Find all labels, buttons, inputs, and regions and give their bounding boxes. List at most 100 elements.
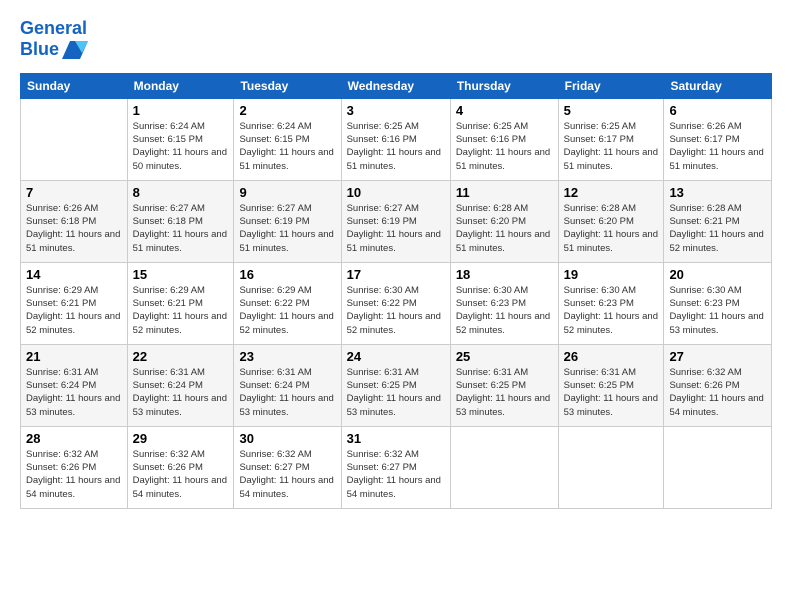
day-info: Sunrise: 6:32 AM Sunset: 6:27 PM Dayligh…: [347, 448, 445, 501]
calendar-cell: 12 Sunrise: 6:28 AM Sunset: 6:20 PM Dayl…: [558, 180, 664, 262]
calendar-cell: [664, 426, 772, 508]
sunrise-label: Sunrise: 6:31 AM: [564, 367, 636, 378]
daylight-label: Daylight: 11 hours and 53 minutes.: [133, 393, 227, 417]
day-info: Sunrise: 6:28 AM Sunset: 6:20 PM Dayligh…: [564, 202, 659, 255]
sunrise-label: Sunrise: 6:31 AM: [26, 367, 98, 378]
day-info: Sunrise: 6:30 AM Sunset: 6:22 PM Dayligh…: [347, 284, 445, 337]
day-info: Sunrise: 6:24 AM Sunset: 6:15 PM Dayligh…: [239, 120, 335, 173]
daylight-label: Daylight: 11 hours and 51 minutes.: [239, 147, 333, 171]
calendar-cell: 21 Sunrise: 6:31 AM Sunset: 6:24 PM Dayl…: [21, 344, 128, 426]
daylight-label: Daylight: 11 hours and 51 minutes.: [26, 229, 120, 253]
calendar-cell: [558, 426, 664, 508]
day-info: Sunrise: 6:26 AM Sunset: 6:17 PM Dayligh…: [669, 120, 766, 173]
day-number: 8: [133, 185, 229, 200]
calendar-cell: 6 Sunrise: 6:26 AM Sunset: 6:17 PM Dayli…: [664, 98, 772, 180]
day-number: 18: [456, 267, 553, 282]
sunset-label: Sunset: 6:24 PM: [26, 380, 96, 391]
day-info: Sunrise: 6:31 AM Sunset: 6:24 PM Dayligh…: [133, 366, 229, 419]
daylight-label: Daylight: 11 hours and 51 minutes.: [133, 229, 227, 253]
sunset-label: Sunset: 6:27 PM: [239, 462, 309, 473]
calendar-header-row: SundayMondayTuesdayWednesdayThursdayFrid…: [21, 73, 772, 98]
sunset-label: Sunset: 6:18 PM: [133, 216, 203, 227]
sunrise-label: Sunrise: 6:32 AM: [669, 367, 741, 378]
sunrise-label: Sunrise: 6:27 AM: [133, 203, 205, 214]
sunrise-label: Sunrise: 6:28 AM: [456, 203, 528, 214]
day-info: Sunrise: 6:32 AM Sunset: 6:26 PM Dayligh…: [669, 366, 766, 419]
sunset-label: Sunset: 6:16 PM: [347, 134, 417, 145]
day-number: 12: [564, 185, 659, 200]
day-info: Sunrise: 6:31 AM Sunset: 6:25 PM Dayligh…: [456, 366, 553, 419]
sunset-label: Sunset: 6:16 PM: [456, 134, 526, 145]
sunset-label: Sunset: 6:25 PM: [456, 380, 526, 391]
calendar-cell: [21, 98, 128, 180]
calendar-cell: 24 Sunrise: 6:31 AM Sunset: 6:25 PM Dayl…: [341, 344, 450, 426]
weekday-header: Monday: [127, 73, 234, 98]
day-number: 4: [456, 103, 553, 118]
day-number: 25: [456, 349, 553, 364]
sunset-label: Sunset: 6:24 PM: [133, 380, 203, 391]
day-number: 21: [26, 349, 122, 364]
calendar-cell: 26 Sunrise: 6:31 AM Sunset: 6:25 PM Dayl…: [558, 344, 664, 426]
sunset-label: Sunset: 6:21 PM: [133, 298, 203, 309]
day-number: 2: [239, 103, 335, 118]
daylight-label: Daylight: 11 hours and 52 minutes.: [239, 311, 333, 335]
calendar-cell: 16 Sunrise: 6:29 AM Sunset: 6:22 PM Dayl…: [234, 262, 341, 344]
calendar-cell: 11 Sunrise: 6:28 AM Sunset: 6:20 PM Dayl…: [450, 180, 558, 262]
daylight-label: Daylight: 11 hours and 51 minutes.: [456, 229, 550, 253]
sunset-label: Sunset: 6:23 PM: [669, 298, 739, 309]
day-info: Sunrise: 6:29 AM Sunset: 6:21 PM Dayligh…: [133, 284, 229, 337]
day-number: 7: [26, 185, 122, 200]
calendar-cell: 15 Sunrise: 6:29 AM Sunset: 6:21 PM Dayl…: [127, 262, 234, 344]
daylight-label: Daylight: 11 hours and 51 minutes.: [456, 147, 550, 171]
day-info: Sunrise: 6:25 AM Sunset: 6:17 PM Dayligh…: [564, 120, 659, 173]
daylight-label: Daylight: 11 hours and 51 minutes.: [239, 229, 333, 253]
daylight-label: Daylight: 11 hours and 53 minutes.: [347, 393, 441, 417]
page: General Blue SundayMondayTuesdayWednesda…: [0, 0, 792, 519]
sunset-label: Sunset: 6:25 PM: [347, 380, 417, 391]
logo-icon: [62, 39, 88, 61]
calendar-cell: 30 Sunrise: 6:32 AM Sunset: 6:27 PM Dayl…: [234, 426, 341, 508]
sunset-label: Sunset: 6:25 PM: [564, 380, 634, 391]
daylight-label: Daylight: 11 hours and 52 minutes.: [133, 311, 227, 335]
calendar-cell: 13 Sunrise: 6:28 AM Sunset: 6:21 PM Dayl…: [664, 180, 772, 262]
day-info: Sunrise: 6:30 AM Sunset: 6:23 PM Dayligh…: [564, 284, 659, 337]
day-number: 29: [133, 431, 229, 446]
day-info: Sunrise: 6:32 AM Sunset: 6:26 PM Dayligh…: [133, 448, 229, 501]
sunset-label: Sunset: 6:18 PM: [26, 216, 96, 227]
calendar-cell: 5 Sunrise: 6:25 AM Sunset: 6:17 PM Dayli…: [558, 98, 664, 180]
sunrise-label: Sunrise: 6:25 AM: [456, 121, 528, 132]
sunrise-label: Sunrise: 6:28 AM: [564, 203, 636, 214]
sunrise-label: Sunrise: 6:32 AM: [133, 449, 205, 460]
calendar-cell: 8 Sunrise: 6:27 AM Sunset: 6:18 PM Dayli…: [127, 180, 234, 262]
day-info: Sunrise: 6:29 AM Sunset: 6:22 PM Dayligh…: [239, 284, 335, 337]
sunrise-label: Sunrise: 6:30 AM: [564, 285, 636, 296]
calendar-cell: 28 Sunrise: 6:32 AM Sunset: 6:26 PM Dayl…: [21, 426, 128, 508]
daylight-label: Daylight: 11 hours and 52 minutes.: [347, 311, 441, 335]
sunset-label: Sunset: 6:15 PM: [239, 134, 309, 145]
sunrise-label: Sunrise: 6:32 AM: [26, 449, 98, 460]
calendar-cell: 22 Sunrise: 6:31 AM Sunset: 6:24 PM Dayl…: [127, 344, 234, 426]
day-number: 10: [347, 185, 445, 200]
sunset-label: Sunset: 6:23 PM: [564, 298, 634, 309]
day-number: 3: [347, 103, 445, 118]
day-number: 24: [347, 349, 445, 364]
sunset-label: Sunset: 6:21 PM: [669, 216, 739, 227]
calendar-cell: 2 Sunrise: 6:24 AM Sunset: 6:15 PM Dayli…: [234, 98, 341, 180]
logo-blue: Blue: [20, 39, 59, 60]
day-number: 30: [239, 431, 335, 446]
day-number: 20: [669, 267, 766, 282]
day-number: 28: [26, 431, 122, 446]
day-info: Sunrise: 6:25 AM Sunset: 6:16 PM Dayligh…: [347, 120, 445, 173]
calendar-table: SundayMondayTuesdayWednesdayThursdayFrid…: [20, 73, 772, 509]
sunrise-label: Sunrise: 6:29 AM: [26, 285, 98, 296]
day-info: Sunrise: 6:27 AM Sunset: 6:19 PM Dayligh…: [347, 202, 445, 255]
calendar-cell: 18 Sunrise: 6:30 AM Sunset: 6:23 PM Dayl…: [450, 262, 558, 344]
daylight-label: Daylight: 11 hours and 54 minutes.: [133, 475, 227, 499]
sunrise-label: Sunrise: 6:31 AM: [239, 367, 311, 378]
day-info: Sunrise: 6:31 AM Sunset: 6:25 PM Dayligh…: [564, 366, 659, 419]
day-info: Sunrise: 6:31 AM Sunset: 6:24 PM Dayligh…: [26, 366, 122, 419]
daylight-label: Daylight: 11 hours and 54 minutes.: [669, 393, 763, 417]
sunset-label: Sunset: 6:22 PM: [239, 298, 309, 309]
sunrise-label: Sunrise: 6:25 AM: [347, 121, 419, 132]
day-info: Sunrise: 6:24 AM Sunset: 6:15 PM Dayligh…: [133, 120, 229, 173]
